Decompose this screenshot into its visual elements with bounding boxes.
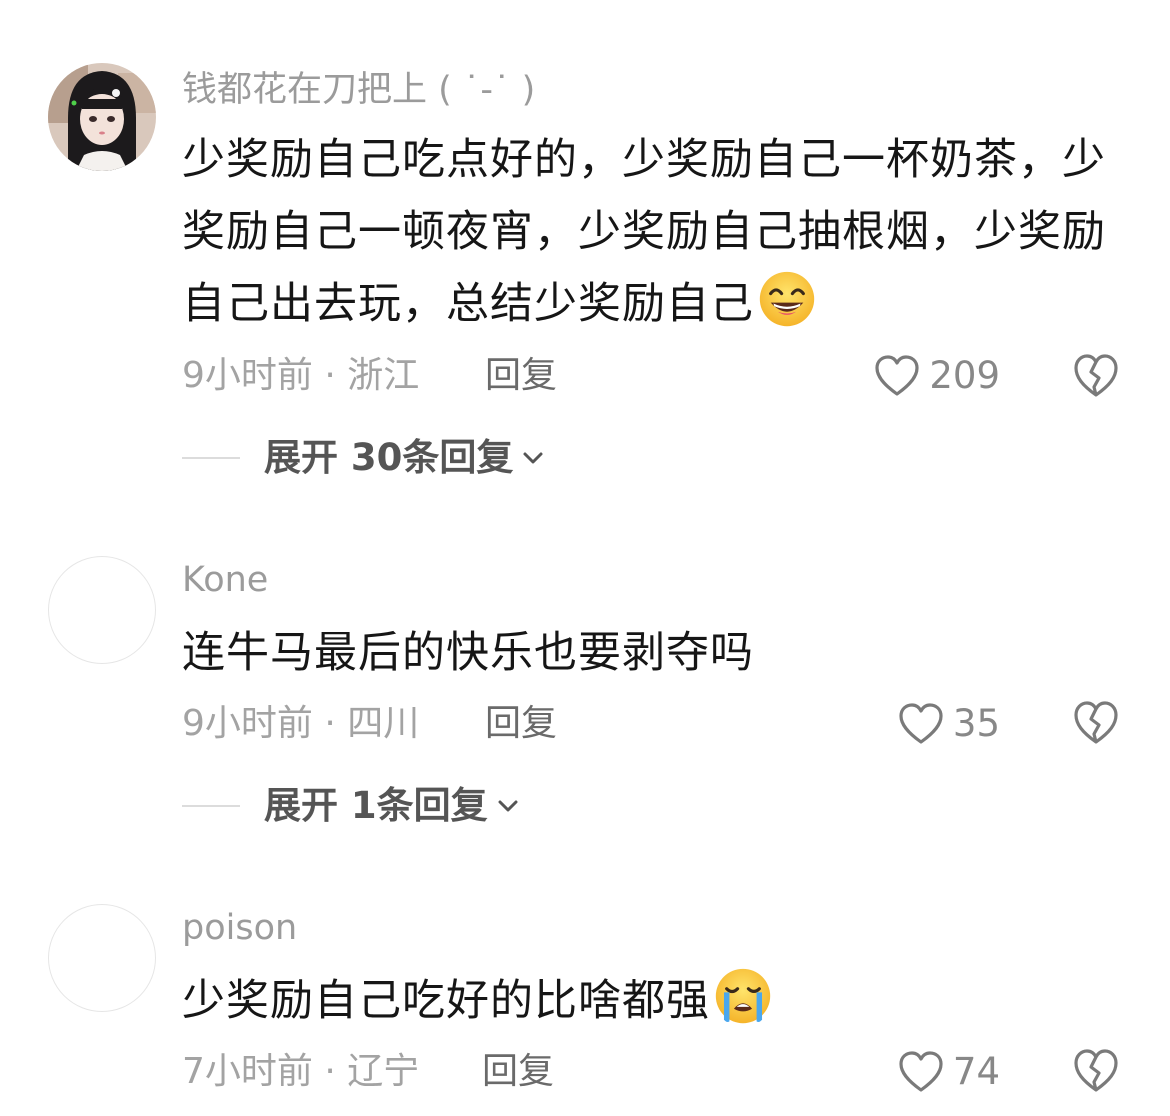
avatar-image [48,63,156,171]
broken-heart-icon[interactable] [1072,1048,1120,1094]
like-button[interactable]: 35 [897,702,1000,746]
location: 浙江 [347,355,420,396]
like-count: 35 [952,702,1000,745]
meta-separator: · [312,703,348,744]
like-button[interactable]: 209 [873,354,1000,398]
location: 辽宁 [347,1051,420,1092]
expand-replies-button[interactable]: 展开 1条回复 [182,784,522,828]
expand-replies-label: 展开 30条回复 [264,436,514,479]
chevron-down-icon [523,452,543,464]
comment-meta: 7小时前 · 辽宁 [182,1050,419,1094]
comment-text-content: 少奖励自己吃点好的，少奖励自己一杯奶茶，少奖励自己一顿夜宵，少奖励自己抽根烟，少… [182,135,1106,329]
avatar[interactable] [48,556,156,664]
location: 四川 [347,703,420,744]
grinning-sweat-emoji [759,271,815,327]
expand-divider [182,805,240,807]
reply-button[interactable]: 回复 [485,354,557,398]
comment-text: 连牛马最后的快乐也要剥夺吗 [182,617,1127,689]
loudly-crying-emoji [715,968,771,1024]
like-count: 209 [929,354,1000,397]
timestamp: 7小时前 [182,1051,313,1092]
comment-meta: 9小时前 · 四川 [182,702,419,746]
expand-replies-label: 展开 1条回复 [264,784,488,827]
broken-heart-icon[interactable] [1072,700,1120,746]
comment-text-content: 少奖励自己吃好的比啥都强 [182,976,710,1026]
comment-text: 少奖励自己吃好的比啥都强 [182,965,1127,1037]
comment-meta: 9小时前 · 浙江 [182,354,419,398]
broken-heart-icon[interactable] [1072,353,1120,399]
timestamp: 9小时前 [182,703,313,744]
like-button[interactable]: 74 [897,1050,1000,1094]
comment-text-content: 连牛马最后的快乐也要剥夺吗 [182,628,754,678]
heart-icon [899,1051,943,1092]
meta-separator: · [312,1051,348,1092]
username[interactable]: Kone [182,558,268,602]
comment-text: 少奖励自己吃点好的，少奖励自己一杯奶茶，少奖励自己一顿夜宵，少奖励自己抽根烟，少… [182,124,1127,340]
like-count: 74 [952,1050,1000,1093]
reply-button[interactable]: 回复 [485,702,557,746]
chevron-down-icon [498,800,518,812]
avatar[interactable] [48,904,156,1012]
expand-divider [182,457,240,459]
avatar[interactable] [48,63,156,171]
heart-icon [875,355,919,396]
expand-replies-button[interactable]: 展开 30条回复 [182,436,547,480]
username[interactable]: poison [182,906,297,950]
timestamp: 9小时前 [182,355,313,396]
meta-separator: · [312,355,348,396]
username[interactable]: 钱都花在刀把上 ( ˙-˙ ) [182,68,535,112]
heart-icon [899,703,943,744]
reply-button[interactable]: 回复 [482,1050,554,1094]
